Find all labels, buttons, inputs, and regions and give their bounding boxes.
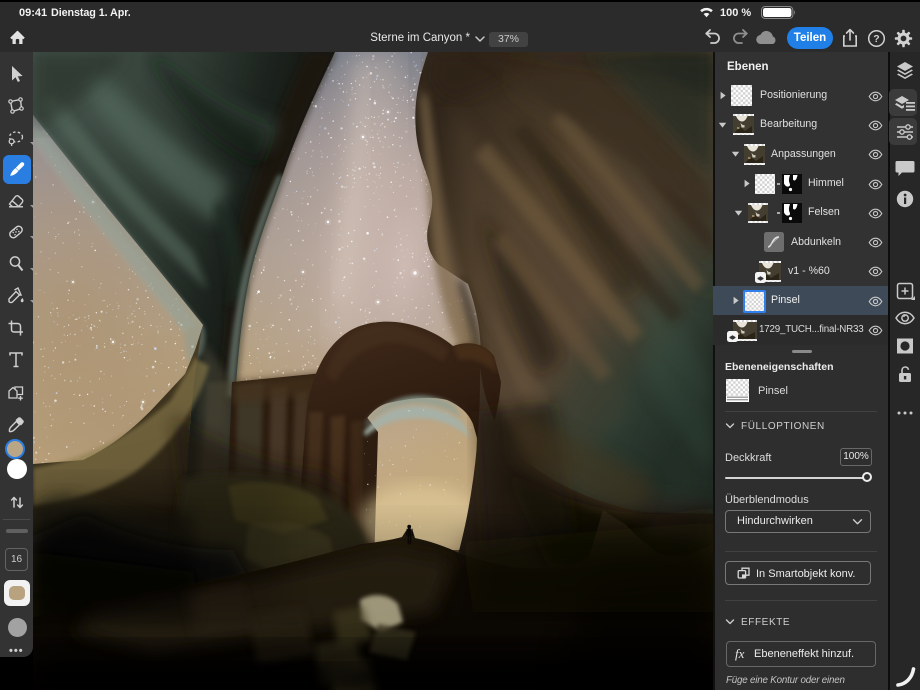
svg-text:?: ?	[873, 33, 879, 45]
